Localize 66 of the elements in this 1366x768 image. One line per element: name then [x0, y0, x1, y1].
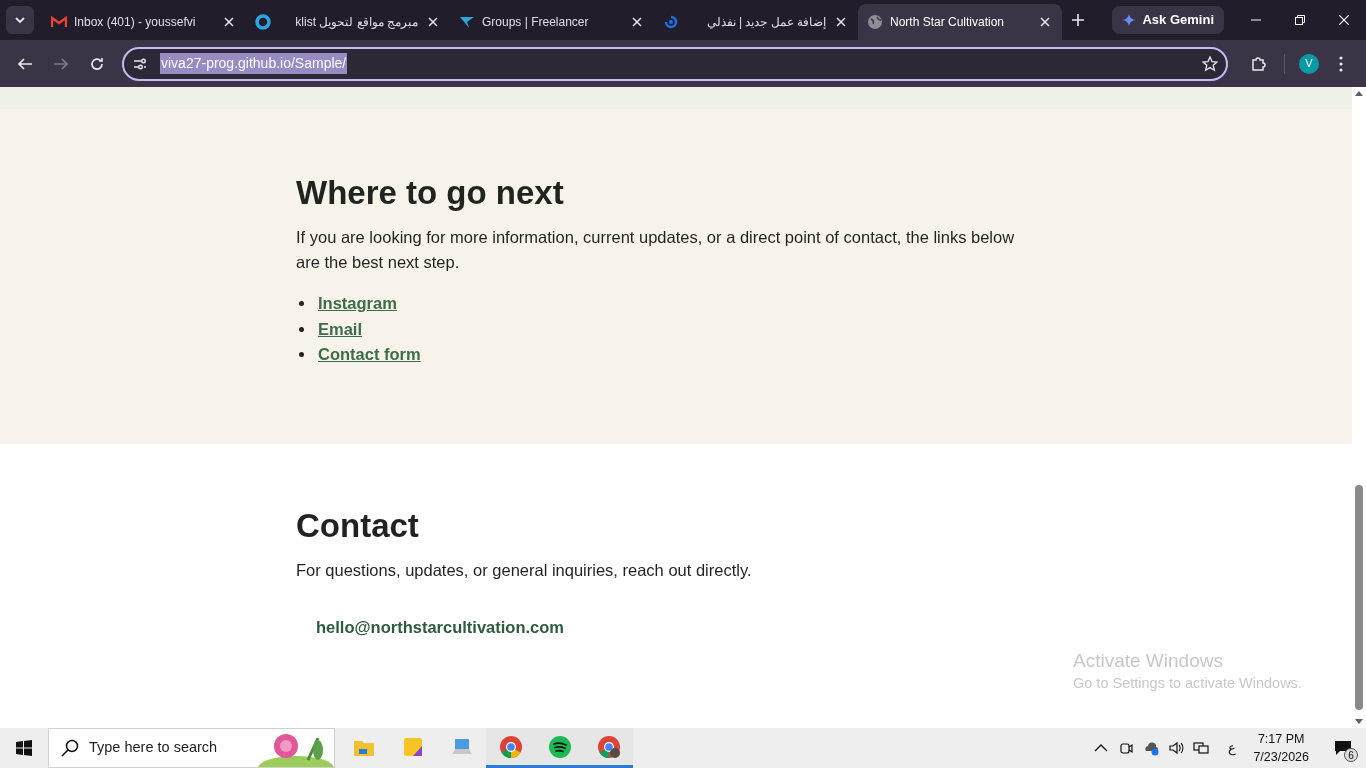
tab-title: إضافة عمل جديد | نفذلي — [705, 14, 826, 31]
envelope-icon — [51, 14, 67, 30]
email-address-link[interactable]: hello@northstarcultivation.com — [316, 614, 1042, 640]
browser-tab[interactable]: Groups | Freelancer — [450, 4, 654, 40]
globe-icon — [867, 14, 883, 30]
tab-search-button[interactable] — [6, 6, 34, 34]
link[interactable]: Email — [318, 316, 363, 342]
scroll-up-icon — [1355, 91, 1363, 96]
taskbar-search-field[interactable]: Type here to search — [48, 728, 335, 768]
network-icon — [1193, 740, 1210, 756]
browser-tab[interactable]: إضافة عمل جديد | نفذلي — [654, 4, 858, 40]
swirl-icon — [663, 14, 679, 30]
taskbar-app[interactable] — [584, 728, 633, 768]
link[interactable]: Instagram — [318, 291, 397, 317]
chrome-icon — [596, 734, 621, 759]
speaker-icon — [1168, 740, 1185, 756]
chevron-down-icon — [15, 17, 25, 23]
notifications-button[interactable]: 6 — [1328, 733, 1358, 763]
scrollbar-thumb[interactable] — [1355, 485, 1363, 710]
spotify-icon — [547, 734, 572, 759]
tab-title: North Star Cultivation — [890, 14, 1006, 31]
language-indicator[interactable]: ع — [1228, 738, 1237, 758]
reload-icon — [89, 55, 105, 72]
browser-tab[interactable]: مبرمج مواقع لتحويل klist — [246, 4, 450, 40]
menu-icon — [1339, 55, 1343, 72]
cloud-icon — [1143, 740, 1160, 756]
cloud-button[interactable] — [1143, 740, 1160, 756]
bullet — [299, 352, 304, 358]
plus-icon — [1072, 14, 1084, 26]
search-icon — [61, 739, 79, 757]
ask-gemini-button[interactable]: Ask Gemini — [1112, 6, 1224, 34]
clock-time[interactable]: 7:17 PM — [1257, 730, 1305, 748]
forward-arrow-icon — [53, 55, 69, 72]
close-icon — [224, 17, 234, 27]
close-icon — [632, 17, 642, 27]
close-icon — [428, 17, 438, 27]
section-heading: Where to go next — [296, 173, 565, 213]
tab-title: Inbox (401) - youssefvi — [74, 14, 197, 31]
star-icon — [1202, 55, 1218, 72]
section-heading: Contact — [296, 505, 420, 546]
close-icon — [1339, 15, 1349, 25]
bullet — [299, 301, 304, 307]
section-text: If you are looking for more information, current updates, or a direct point of contact, the links below are the best next step. — [296, 227, 1016, 273]
section-text: For questions, updates, or general inquiries, reach out directly. — [296, 559, 753, 581]
network-button[interactable] — [1193, 740, 1210, 756]
close-icon — [1040, 17, 1050, 27]
puzzle-icon — [1250, 54, 1268, 73]
notification-count: 6 — [1344, 748, 1358, 762]
url-text: viva27-prog.github.io/Sample/ — [160, 53, 348, 74]
speaker-button[interactable] — [1168, 740, 1185, 756]
bullet — [299, 326, 304, 332]
windows-icon — [16, 740, 32, 756]
browser-tab[interactable]: North Star Cultivation — [858, 4, 1062, 40]
ring-icon — [255, 14, 271, 30]
close-icon — [836, 17, 846, 27]
browser-tab[interactable]: Inbox (401) - youssefvi — [42, 4, 246, 40]
tab-title: Groups | Freelancer — [482, 14, 590, 31]
link[interactable]: Contact form — [318, 342, 421, 368]
back-arrow-icon — [17, 55, 33, 72]
tab-title: مبرمج مواقع لتحويل klist — [294, 14, 418, 31]
camera-button[interactable] — [1118, 740, 1135, 756]
clock-date[interactable]: 7/23/2026 — [1253, 748, 1309, 766]
scroll-down-icon — [1355, 719, 1363, 724]
restore-icon — [1295, 15, 1305, 25]
camera-icon — [1118, 740, 1135, 756]
chrome-icon — [498, 734, 523, 759]
